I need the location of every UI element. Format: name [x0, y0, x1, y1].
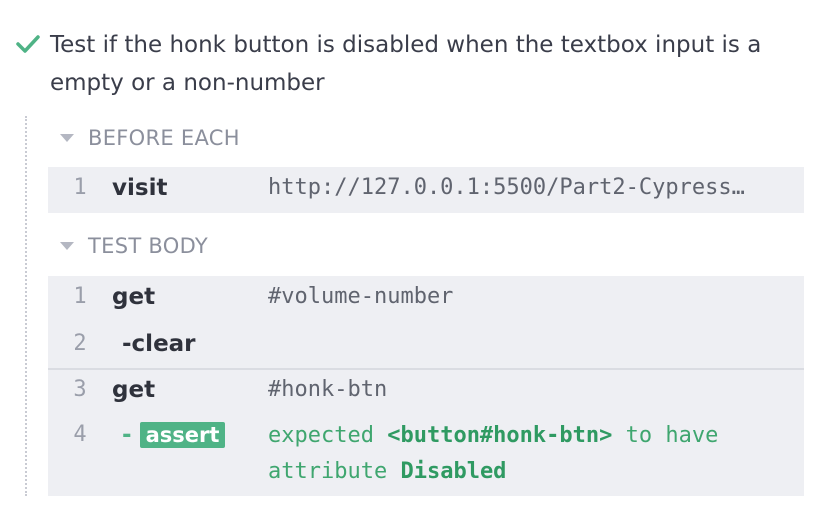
assert-badge: assert — [139, 422, 226, 448]
command-number: 4 — [73, 422, 87, 447]
assert-message: expected <button#honk-btn> to have attri… — [268, 418, 788, 490]
test-body-header[interactable]: TEST BODY — [60, 234, 208, 258]
command-message: #honk-btn — [268, 377, 388, 402]
caret-down-icon — [60, 134, 74, 142]
assert-subject: <button#honk-btn> — [387, 423, 613, 448]
before-each-label: BEFORE EACH — [88, 126, 240, 150]
divider — [48, 368, 804, 370]
timeline-line — [25, 116, 27, 496]
command-name: get — [112, 284, 156, 310]
test-body-commands: 1 get #volume-number 2 -clear 3 get #hon… — [48, 276, 804, 496]
assert-prefix: - — [122, 422, 132, 448]
command-message: #volume-number — [268, 284, 454, 309]
assert-text-to-have: to have — [625, 423, 719, 448]
command-name: visit — [112, 175, 168, 201]
command-message: http://127.0.0.1:5500/Part2-Cypress… — [268, 175, 745, 200]
assert-value: Disabled — [400, 459, 507, 484]
command-name: get — [112, 377, 156, 403]
test-body-label: TEST BODY — [88, 234, 209, 258]
assert-text-attribute: attribute — [268, 459, 388, 484]
test-title: Test if the honk button is disabled when… — [50, 32, 762, 96]
caret-down-icon — [60, 242, 74, 250]
command-number: 2 — [73, 331, 87, 356]
check-icon — [16, 35, 40, 53]
command-name: -clear — [122, 331, 196, 357]
before-each-header[interactable]: BEFORE EACH — [60, 126, 240, 150]
before-each-commands: 1 visit http://127.0.0.1:5500/Part2-Cypr… — [48, 167, 804, 213]
assert-text-expected: expected — [268, 423, 374, 448]
